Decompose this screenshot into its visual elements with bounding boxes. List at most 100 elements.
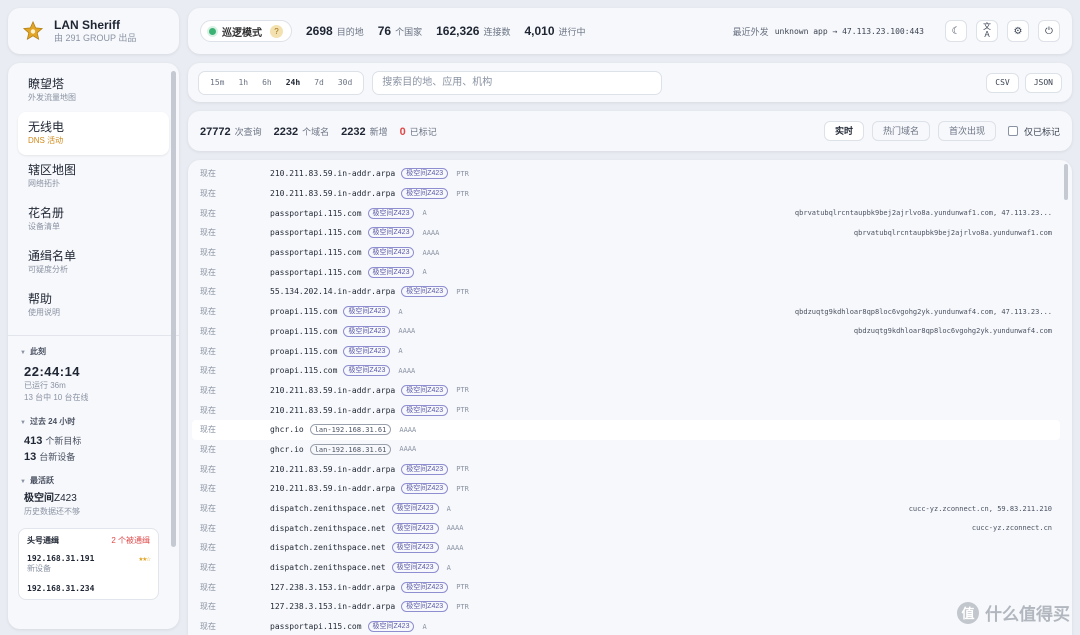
table-row[interactable]: 现在 127.238.3.153.in-addr.arpa 极空间Z423 PTR (188, 597, 1072, 617)
row-device-tag[interactable]: 极空间Z423 (401, 463, 449, 475)
nav-district-map[interactable]: 辖区地图 网络拓扑 (18, 155, 169, 198)
table-row[interactable]: 现在 passportapi.115.com 极空间Z423 Aqbrvatubqlr… (188, 203, 1072, 223)
table-row[interactable]: 现在 passportapi.115.com 极空间Z423 A (188, 262, 1072, 282)
row-domain[interactable]: passportapi.115.com (270, 248, 362, 257)
table-row[interactable]: 现在 210.211.83.59.in-addr.arpa 极空间Z423 PTR (188, 381, 1072, 401)
row-domain[interactable]: proapi.115.com (270, 347, 337, 356)
sidebar-scrollbar[interactable] (171, 71, 176, 547)
row-domain[interactable]: 210.211.83.59.in-addr.arpa (270, 189, 395, 198)
tab-live[interactable]: 实时 (823, 121, 864, 141)
flagged-only-checkbox[interactable]: 仅已标记 (1007, 125, 1060, 138)
table-row[interactable]: 现在 proapi.115.com 极空间Z423 AAAA (188, 361, 1072, 381)
row-device-tag[interactable]: 极空间Z423 (391, 562, 439, 574)
row-domain[interactable]: dispatch.zenithspace.net (270, 563, 386, 572)
table-row[interactable]: 现在 passportapi.115.com 极空间Z423 AAAA qbrvatub… (188, 223, 1072, 243)
search-input[interactable] (372, 70, 663, 95)
nav-roster[interactable]: 花名册 设备清单 (18, 198, 169, 241)
table-row[interactable]: 现在 passportapi.115.com 极空间Z423 A (188, 617, 1072, 635)
help-icon[interactable]: ? (270, 24, 283, 38)
row-device-tag[interactable]: 极空间Z423 (401, 404, 449, 416)
table-row[interactable]: 现在 dispatch.zenithspace.net 极空间Z423 AAAA (188, 538, 1072, 558)
row-domain[interactable]: passportapi.115.com (270, 268, 362, 277)
patrol-mode-pill[interactable]: 巡逻模式 ? (200, 20, 292, 42)
table-row[interactable]: 现在 proapi.115.com 极空间Z423 A (188, 341, 1072, 361)
row-domain[interactable]: 127.238.3.153.in-addr.arpa (270, 602, 395, 611)
row-domain[interactable]: proapi.115.com (270, 307, 337, 316)
table-row[interactable]: 现在 210.211.83.59.in-addr.arpa 极空间Z423 PTR (188, 459, 1072, 479)
table-row[interactable]: 现在 ghcr.io lan-192.168.31.61 AAAA (192, 419, 1060, 440)
theme-toggle-button[interactable]: ☾ (945, 20, 967, 42)
table-row[interactable]: 现在 210.211.83.59.in-addr.arpa 极空间Z423 PTR (188, 479, 1072, 499)
range-1h[interactable]: 1h (231, 74, 255, 92)
export-json-button[interactable]: JSON (1024, 72, 1062, 93)
range-30d[interactable]: 30d (331, 74, 359, 92)
nav-help[interactable]: 帮助 使用说明 (18, 284, 169, 327)
language-button[interactable]: 文 A (976, 20, 998, 42)
table-row[interactable]: 现在 210.211.83.59.in-addr.arpa 极空间Z423 PTR (188, 184, 1072, 204)
row-device-tag[interactable]: lan-192.168.31.61 (309, 443, 392, 455)
nav-radio[interactable]: 无线电 DNS 活动 (18, 112, 169, 155)
row-domain[interactable]: ghcr.io (270, 425, 304, 434)
range-7d[interactable]: 7d (307, 74, 331, 92)
table-row[interactable]: 现在 127.238.3.153.in-addr.arpa 极空间Z423 PTR (188, 577, 1072, 597)
row-domain[interactable]: 127.238.3.153.in-addr.arpa (270, 583, 395, 592)
row-device-tag[interactable]: 极空间Z423 (367, 207, 415, 219)
row-device-tag[interactable]: 极空间Z423 (401, 483, 449, 495)
row-device-tag[interactable]: 极空间Z423 (343, 365, 391, 377)
row-domain[interactable]: 210.211.83.59.in-addr.arpa (270, 406, 395, 415)
section-past24-heading[interactable]: ▼ 过去 24 小时 (20, 416, 169, 427)
row-device-tag[interactable]: 极空间Z423 (401, 601, 449, 613)
wanted-item[interactable]: 192.168.31.234 (27, 584, 150, 593)
row-domain[interactable]: dispatch.zenithspace.net (270, 504, 386, 513)
row-device-tag[interactable]: 极空间Z423 (401, 581, 449, 593)
row-domain[interactable]: dispatch.zenithspace.net (270, 543, 386, 552)
row-domain[interactable]: passportapi.115.com (270, 622, 362, 631)
wanted-item[interactable]: 192.168.31.191 ★★☆ (27, 554, 151, 563)
row-device-tag[interactable]: 极空间Z423 (391, 522, 439, 534)
table-row[interactable]: 现在 210.211.83.59.in-addr.arpa 极空间Z423 PTR (188, 164, 1072, 184)
row-device-tag[interactable]: 极空间Z423 (401, 168, 449, 180)
range-15m[interactable]: 15m (203, 74, 231, 92)
table-row[interactable]: 现在 dispatch.zenithspace.net 极空间Z423 A (188, 558, 1072, 578)
table-row[interactable]: 现在 passportapi.115.com 极空间Z423 AAAA (188, 243, 1072, 263)
tab-top-domains[interactable]: 热门域名 (871, 121, 930, 141)
row-domain[interactable]: proapi.115.com (270, 366, 337, 375)
range-24h[interactable]: 24h (279, 74, 307, 92)
row-device-tag[interactable]: 极空间Z423 (401, 384, 449, 396)
row-device-tag[interactable]: 极空间Z423 (367, 621, 415, 633)
export-csv-button[interactable]: CSV (986, 72, 1019, 93)
row-device-tag[interactable]: 极空间Z423 (343, 345, 391, 357)
row-device-tag[interactable]: 极空间Z423 (401, 188, 449, 200)
table-row[interactable]: 现在 proapi.115.com 极空间Z423 Aqbdzuqtg9kdhloar… (188, 302, 1072, 322)
row-domain[interactable]: 210.211.83.59.in-addr.arpa (270, 484, 395, 493)
row-device-tag[interactable]: 极空间Z423 (401, 286, 449, 298)
row-device-tag[interactable]: 极空间Z423 (367, 227, 415, 239)
row-device-tag[interactable]: 极空间Z423 (367, 247, 415, 259)
section-most-active-heading[interactable]: ▼ 最活跃 (20, 475, 169, 486)
nav-watchtower[interactable]: 瞭望塔 外发流量地图 (18, 69, 169, 112)
table-row[interactable]: 现在 210.211.83.59.in-addr.arpa 极空间Z423 PTR (188, 400, 1072, 420)
tab-first-seen[interactable]: 首次出现 (937, 121, 996, 141)
row-device-tag[interactable]: lan-192.168.31.61 (309, 424, 392, 436)
row-device-tag[interactable]: 极空间Z423 (391, 503, 439, 515)
row-device-tag[interactable]: 极空间Z423 (391, 542, 439, 554)
power-button[interactable]: ⏻ (1038, 20, 1060, 42)
nav-wanted-list[interactable]: 通缉名单 可疑度分析 (18, 241, 169, 284)
table-row[interactable]: 现在 ghcr.io lan-192.168.31.61 AAAA (188, 440, 1072, 460)
row-domain[interactable]: passportapi.115.com (270, 209, 362, 218)
row-domain[interactable]: 210.211.83.59.in-addr.arpa (270, 465, 395, 474)
row-device-tag[interactable]: 极空间Z423 (367, 266, 415, 278)
table-row[interactable]: 现在 dispatch.zenithspace.net 极空间Z423 AAAA cuc… (188, 518, 1072, 538)
row-domain[interactable]: ghcr.io (270, 445, 304, 454)
row-domain[interactable]: dispatch.zenithspace.net (270, 524, 386, 533)
settings-button[interactable]: ⚙ (1007, 20, 1029, 42)
table-row[interactable]: 现在 55.134.202.14.in-addr.arpa 极空间Z423 PTR (188, 282, 1072, 302)
row-domain[interactable]: proapi.115.com (270, 327, 337, 336)
section-now-heading[interactable]: ▼ 此刻 (20, 346, 169, 357)
row-domain[interactable]: 210.211.83.59.in-addr.arpa (270, 386, 395, 395)
table-row[interactable]: 现在 proapi.115.com 极空间Z423 AAAA qbdzuqtg9kdhl… (188, 322, 1072, 342)
row-device-tag[interactable]: 极空间Z423 (343, 325, 391, 337)
range-6h[interactable]: 6h (255, 74, 279, 92)
row-device-tag[interactable]: 极空间Z423 (343, 306, 391, 318)
table-row[interactable]: 现在 dispatch.zenithspace.net 极空间Z423 Acucc-y… (188, 499, 1072, 519)
